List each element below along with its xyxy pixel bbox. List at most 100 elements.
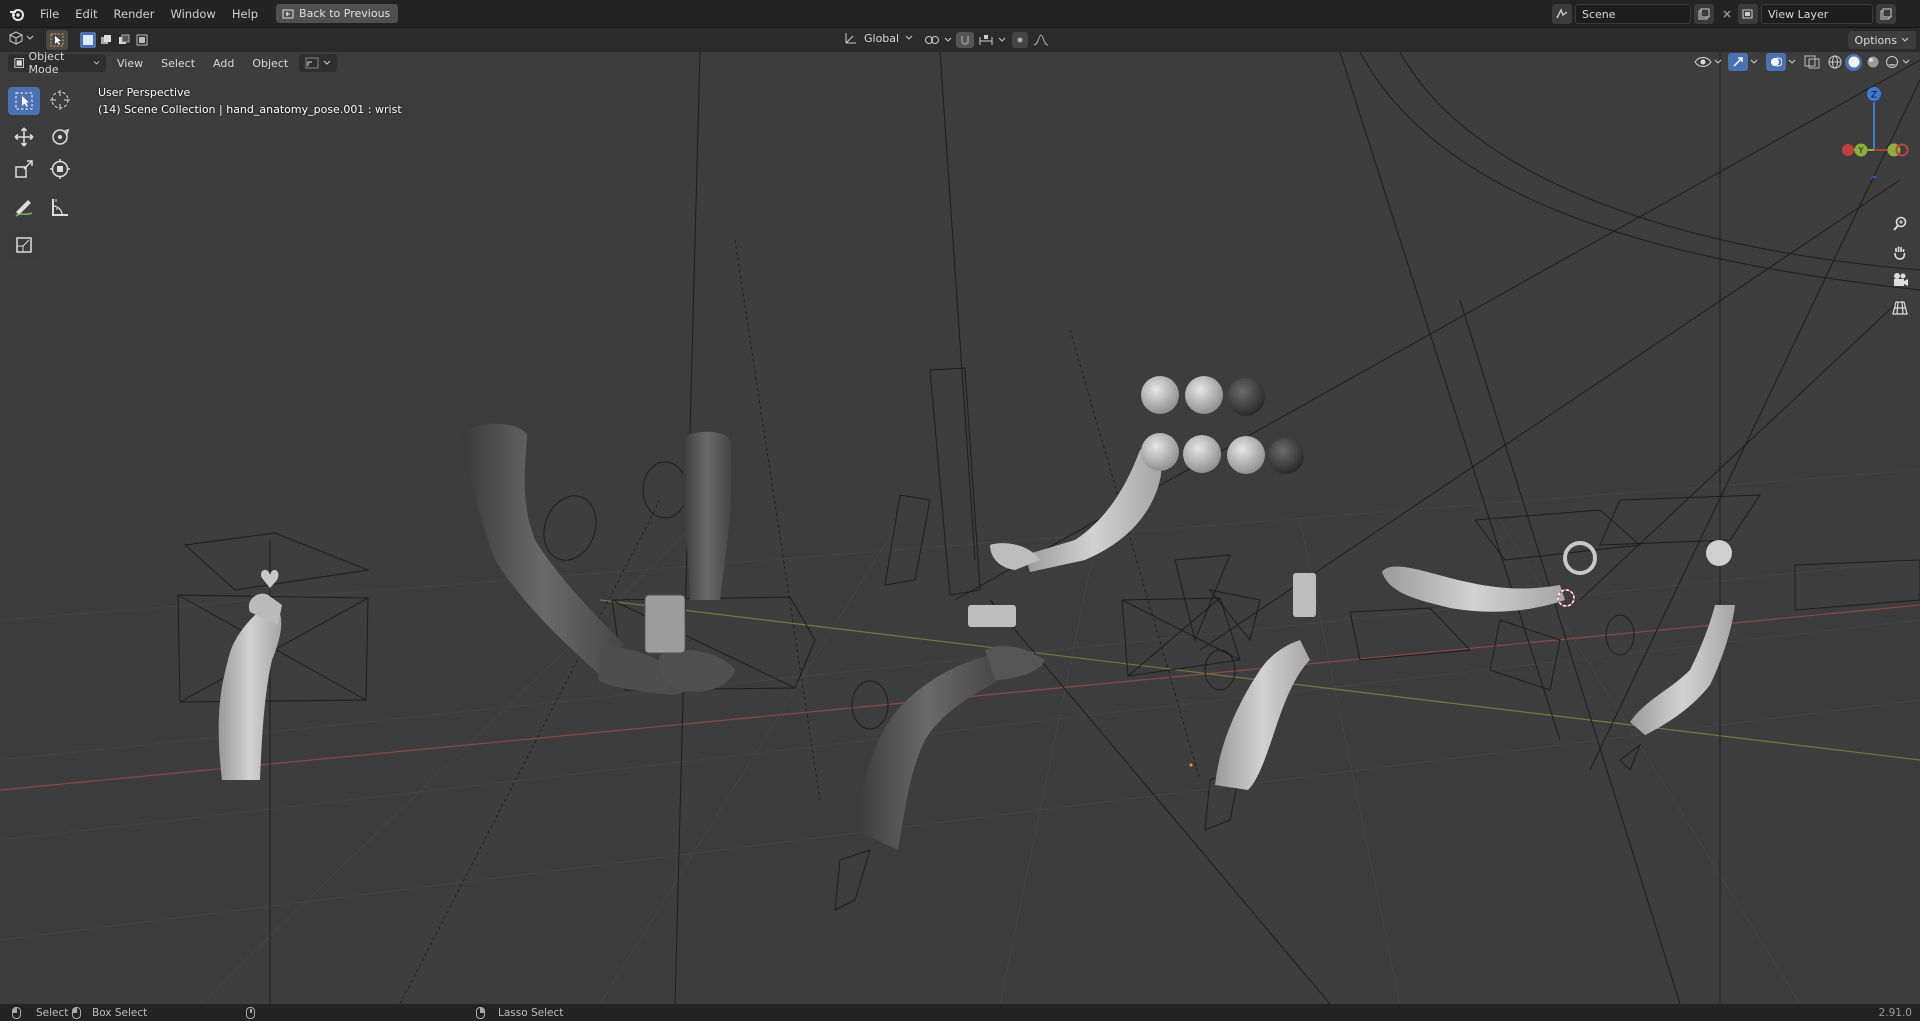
blender-logo-icon[interactable] — [8, 5, 26, 23]
object-mode-label: Object Mode — [28, 50, 65, 76]
annotate-tool[interactable] — [8, 193, 40, 221]
viewport-header: Object Mode View Select Add Object — [0, 50, 1920, 76]
editor-type-selector[interactable] — [8, 31, 34, 45]
visibility-eye-icon[interactable] — [1694, 55, 1712, 69]
scene-selector: Scene — [1552, 4, 1737, 24]
move-tool[interactable] — [8, 123, 40, 151]
orientation-icon — [845, 33, 856, 44]
viewport-menu-object[interactable]: Object — [245, 55, 295, 72]
mode-invert-icon[interactable] — [134, 32, 150, 48]
gizmo-x-neg-axis[interactable] — [1842, 144, 1854, 156]
gizmo-z-neg-axis[interactable] — [1869, 176, 1879, 178]
menu-edit[interactable]: Edit — [67, 4, 105, 24]
transform-tool[interactable] — [44, 155, 76, 183]
falloff-curve-icon[interactable] — [1033, 33, 1049, 47]
menu-render[interactable]: Render — [106, 4, 163, 24]
object-mode-dropdown[interactable]: Object Mode — [8, 50, 106, 76]
measure-tool[interactable] — [44, 193, 76, 221]
ortho-grid-icon[interactable] — [1888, 296, 1912, 320]
new-scene-icon[interactable] — [1694, 4, 1714, 24]
chevron-down-icon — [1714, 59, 1722, 64]
back-to-previous-button[interactable]: Back to Previous — [276, 4, 399, 23]
viewport-menu-view[interactable]: View — [110, 55, 150, 72]
wireframe-shading-icon[interactable] — [1826, 54, 1843, 71]
scene-name: Scene — [1582, 7, 1616, 21]
chevron-down-icon — [93, 60, 100, 65]
chevron-down-icon — [1902, 59, 1910, 64]
viewport-menu-add[interactable]: Add — [206, 55, 241, 72]
viewport-header-left: Object Mode View Select Add Object — [8, 50, 338, 76]
chevron-down-icon — [1750, 59, 1758, 64]
status-lasso-select: Lasso Select — [476, 1006, 564, 1019]
select-box-tool[interactable] — [8, 87, 40, 115]
object-mode-icon — [14, 58, 25, 68]
snap-target-icon[interactable] — [978, 33, 994, 47]
view-layer-selector: View Layer — [1738, 4, 1896, 24]
mouse-middle-icon — [246, 1006, 255, 1019]
move-icon — [14, 127, 34, 147]
collection-info-label: (14) Scene Collection | hand_anatomy_pos… — [98, 103, 402, 116]
pivot-icon — [925, 36, 939, 44]
pan-hand-icon[interactable] — [1888, 240, 1912, 264]
hand-model-5 — [855, 645, 1045, 850]
material-shading-icon[interactable] — [1864, 54, 1881, 71]
cursor-tool[interactable] — [44, 86, 76, 114]
mode-extend-icon[interactable] — [98, 32, 114, 48]
overlays-toggle-icon[interactable] — [1766, 53, 1786, 71]
tool-shelf — [8, 84, 76, 261]
floor-grid — [0, 469, 1920, 1004]
view-layer-field[interactable]: View Layer — [1761, 4, 1873, 24]
pivot-point-dropdown[interactable] — [924, 33, 952, 47]
chevron-down-icon — [1901, 37, 1909, 42]
chevron-down-icon — [905, 35, 913, 40]
mode-subtract-icon[interactable] — [116, 32, 132, 48]
mode-new-icon[interactable] — [80, 32, 96, 48]
3d-cursor-icon — [49, 90, 70, 110]
menu-window[interactable]: Window — [162, 4, 223, 24]
back-to-previous-label: Back to Previous — [299, 7, 391, 20]
viewport-menu-select[interactable]: Select — [154, 55, 202, 72]
top-bar: File Edit Render Window Help Back to Pre… — [0, 0, 1920, 28]
scale-icon — [15, 160, 33, 178]
camera-view-icon[interactable] — [1888, 268, 1912, 292]
selection-mode-group — [80, 32, 150, 48]
menu-help[interactable]: Help — [224, 4, 266, 24]
xray-toggle-icon[interactable] — [1804, 55, 1820, 69]
scene-browse-icon[interactable] — [1552, 4, 1572, 24]
annotate-pencil-icon — [15, 200, 33, 217]
3d-viewport[interactable]: Z Y User Perspective (14) Scene Collecti… — [0, 52, 1920, 1004]
scale-tool[interactable] — [8, 155, 40, 183]
chevron-down-icon — [1788, 59, 1796, 64]
object-gizmo-dropdown[interactable] — [299, 54, 338, 72]
select-tool-button[interactable] — [46, 30, 68, 50]
gizmo-y-label: Y — [1858, 146, 1864, 155]
new-view-layer-icon[interactable] — [1876, 4, 1896, 24]
zoom-icon[interactable] — [1888, 212, 1912, 236]
view-layer-browse-icon[interactable] — [1738, 4, 1758, 24]
scene-name-field[interactable]: Scene — [1575, 4, 1691, 24]
transform-orientation-dropdown[interactable]: Global — [844, 31, 913, 45]
add-cube-icon — [16, 237, 32, 253]
cursor-icon — [50, 33, 64, 47]
camera-rigs — [177, 367, 1920, 911]
proportional-edit-icon[interactable] — [1012, 32, 1028, 48]
status-middle-mouse — [246, 1006, 255, 1019]
add-cube-tool[interactable] — [8, 231, 40, 259]
solid-shading-icon[interactable] — [1845, 53, 1862, 71]
back-icon — [282, 9, 294, 18]
menu-file[interactable]: File — [32, 4, 67, 24]
mouse-drag-icon — [72, 1006, 81, 1019]
navigation-gizmo[interactable]: Z Y — [1836, 82, 1916, 178]
origin-point — [1189, 763, 1193, 767]
viewport-scene — [0, 52, 1920, 1004]
delete-scene-icon[interactable] — [1717, 4, 1737, 24]
rotate-tool[interactable] — [44, 123, 76, 151]
snap-toggle-icon[interactable] — [956, 32, 974, 48]
version-label: 2.91.0 — [1878, 1006, 1912, 1019]
options-dropdown[interactable]: Options — [1847, 31, 1916, 49]
gizmo-toggle-icon[interactable] — [1728, 53, 1748, 71]
rendered-shading-icon[interactable] — [1883, 54, 1900, 71]
chevron-down-icon — [323, 60, 331, 65]
transform-orientation-label: Global — [864, 31, 900, 45]
status-lasso-select-label: Lasso Select — [498, 1006, 564, 1019]
